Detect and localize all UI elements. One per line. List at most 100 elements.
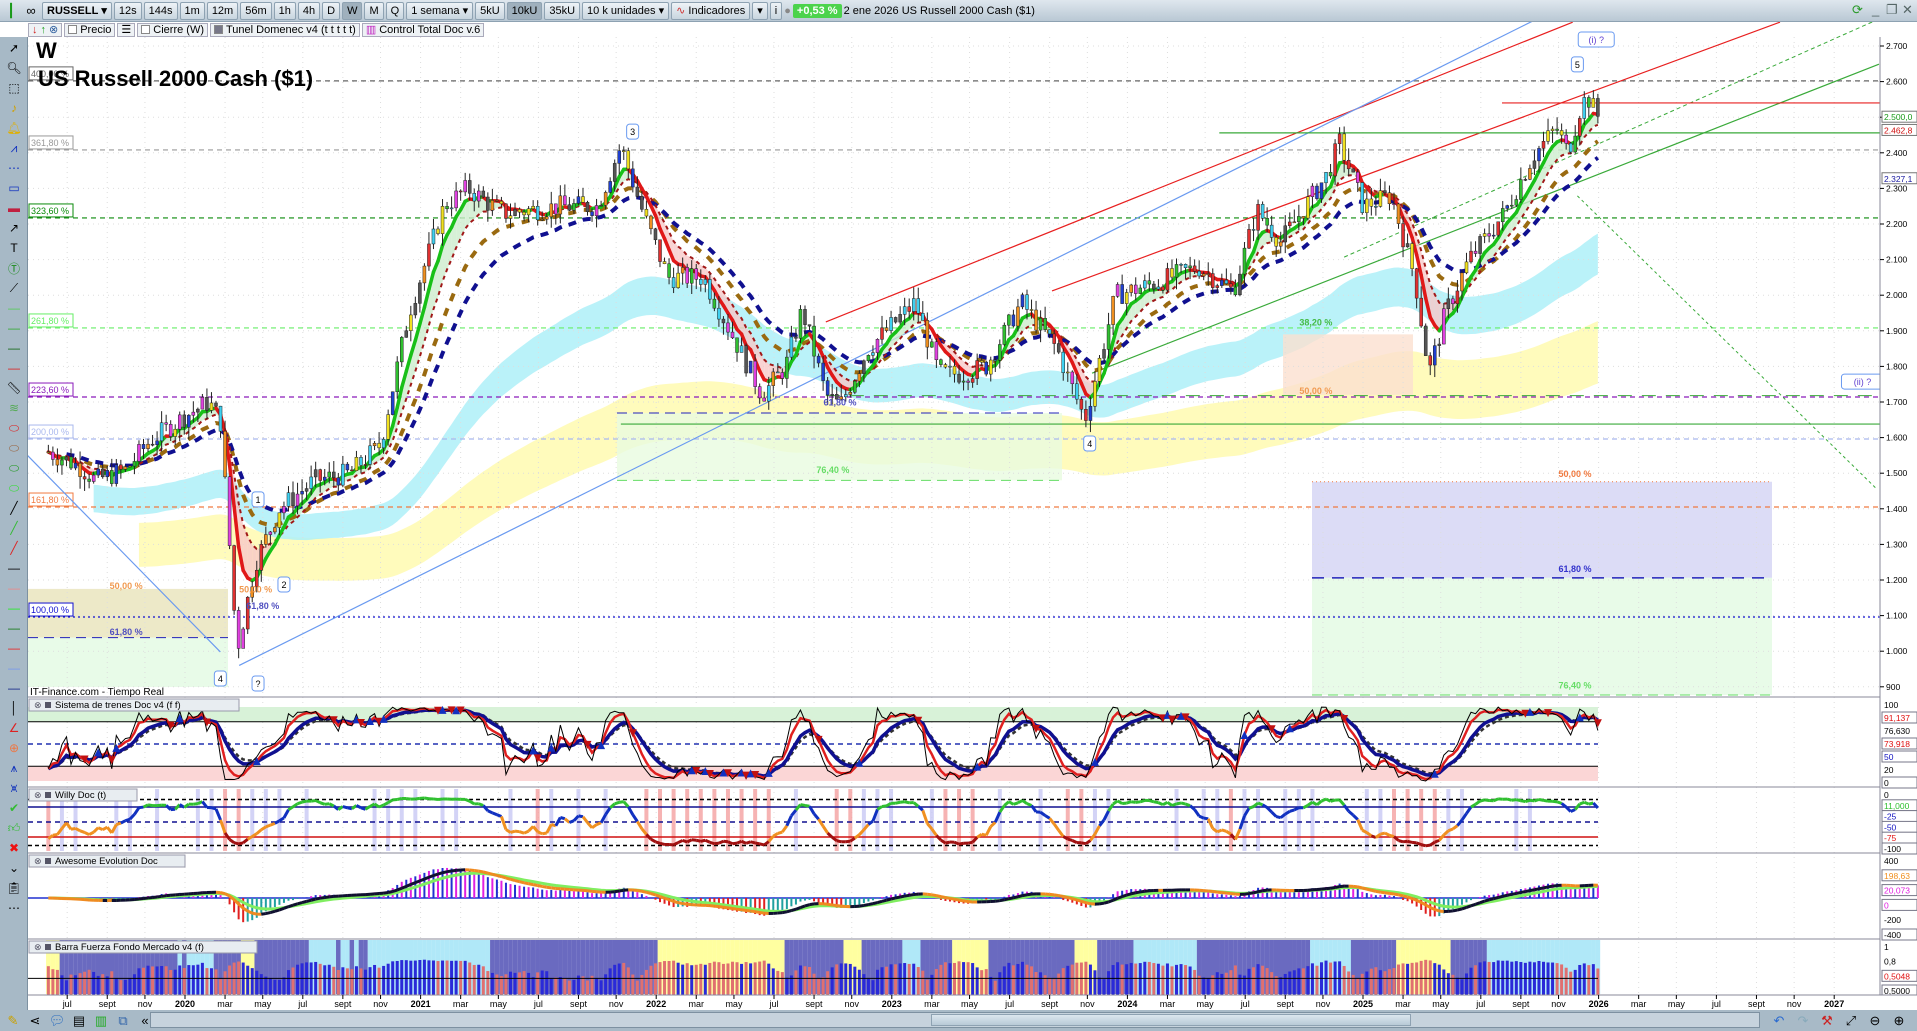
legend-price[interactable]: Precio (64, 22, 116, 37)
check-icon[interactable]: ✔ (3, 799, 25, 817)
zoom-area-icon[interactable]: ⬚ (3, 79, 25, 97)
period-select[interactable]: 1 semana ▾ (406, 1, 474, 20)
ruler-icon[interactable]: 📏︎ (3, 379, 25, 397)
timeframe-M[interactable]: M (364, 1, 384, 20)
hline-red2-icon[interactable]: — (3, 639, 25, 657)
line-green-icon[interactable]: ╱ (3, 519, 25, 537)
ellipse-green-icon[interactable]: ⬭ (3, 459, 25, 477)
callout-icon[interactable]: Ⓣ (3, 259, 25, 277)
alert-edit-icon[interactable]: ♪ (3, 99, 25, 117)
hline-black-icon[interactable]: — (3, 559, 25, 577)
timeframe-W[interactable]: W (342, 1, 363, 20)
compare-icon[interactable]: ▥ (92, 1013, 110, 1029)
line-red-icon[interactable]: ╱ (3, 539, 25, 557)
checkbox[interactable] (68, 25, 78, 34)
timeframe-1m[interactable]: 1m (179, 1, 205, 20)
legend-tunel[interactable]: Tunel Domenec v4 (t t t t t) (210, 22, 360, 37)
panel-header[interactable]: ⊗ Sistema de trenes Doc v4 (f f) (28, 698, 240, 712)
panel-header[interactable]: ⊗ Willy Doc (t) (28, 788, 138, 802)
text-icon[interactable]: T (3, 239, 25, 257)
hline-salmon-icon[interactable]: — (3, 579, 25, 597)
windows-icon[interactable]: ⧉ (114, 1013, 132, 1029)
delete-icon[interactable]: ✖ (3, 839, 25, 857)
ellipse-light-green-icon[interactable]: ⬭ (3, 479, 25, 497)
timeframe-D[interactable]: D (322, 1, 341, 20)
zoom-icon[interactable]: 🔍︎ (3, 59, 25, 77)
unit-35kU[interactable]: 35kU (544, 1, 581, 20)
hline-dark-green-icon[interactable]: — (3, 339, 25, 357)
info-icon[interactable]: i (769, 1, 783, 20)
move-down-icon[interactable]: ↓ (32, 24, 38, 36)
abc-wave-icon[interactable]: ⩙ (3, 779, 25, 797)
hline-navy-icon[interactable]: — (3, 679, 25, 697)
timeframe-4h[interactable]: 4h (297, 1, 321, 20)
angle-icon[interactable]: ∠ (3, 719, 25, 737)
panel-header[interactable]: ⊗ Awesome Evolution Doc (28, 854, 186, 868)
rectangle-icon[interactable]: ▭ (3, 179, 25, 197)
tools-icon[interactable]: ⚒ (1818, 1013, 1836, 1029)
ellipse-red-icon[interactable]: ⬭ (3, 419, 25, 437)
more-icon[interactable]: ⋯ (3, 899, 25, 917)
timeframe-56m[interactable]: 56m (240, 1, 272, 20)
restore-icon[interactable]: ❐ (1886, 2, 1898, 18)
draw-pencil-icon[interactable]: ✎ (4, 1013, 22, 1029)
arrow-icon[interactable]: ↗ (3, 219, 25, 237)
zoom-out-icon[interactable]: ⊖ (1866, 1013, 1884, 1029)
legend-close[interactable]: Cierre (W) (137, 22, 208, 37)
chart-type-icon[interactable]: ┃ (2, 3, 20, 19)
unit-5kU[interactable]: 5kU (475, 1, 505, 20)
close-icon[interactable]: ✕ (1902, 2, 1913, 18)
hline-light-green-icon[interactable]: — (3, 299, 25, 317)
auto-scale-icon[interactable]: ⤢ (1842, 1013, 1860, 1029)
alert-icon[interactable]: 🔔︎ (3, 119, 25, 137)
fib-time-icon[interactable]: ⩘ (3, 139, 25, 157)
hline-lime-icon[interactable]: — (3, 599, 25, 617)
unit-10kU[interactable]: 10kU (506, 1, 543, 20)
share-icon[interactable]: ⋖ (26, 1013, 44, 1029)
undo-icon[interactable]: ↶ (1770, 1013, 1788, 1029)
chart-canvas[interactable]: 400,00 %361,80 %323,60 %261,80 %223,60 %… (0, 0, 1917, 1031)
remove-icon[interactable]: ⊗ (49, 23, 58, 36)
indicators-dropdown[interactable]: ▾ (752, 1, 768, 20)
legend-controls[interactable]: ↓ ↑ ⊗ (28, 22, 63, 37)
ellipse-brown-icon[interactable]: ⬭ (3, 439, 25, 457)
indicators-button[interactable]: ∿ Indicadores (671, 1, 751, 20)
chat-icon[interactable]: 💬︎ (48, 1013, 66, 1029)
timeframe-1h[interactable]: 1h (273, 1, 296, 20)
list-icon[interactable]: ☰ (117, 22, 136, 37)
elliott-wave-icon[interactable]: ⩚ (3, 759, 25, 777)
scrollbar-thumb[interactable] (931, 1014, 1411, 1026)
legend-control-total[interactable]: ▥ Control Total Doc v.6 (361, 22, 485, 37)
timeframe-12s[interactable]: 12s (113, 1, 142, 20)
link-icon[interactable]: ∞ (22, 3, 40, 18)
segment-icon[interactable]: ⟋ (3, 279, 25, 297)
redo-icon[interactable]: ↷ (1794, 1013, 1812, 1029)
collapse-icon[interactable]: ⌄ (3, 859, 25, 877)
hline-green-icon[interactable]: — (3, 319, 25, 337)
fib-level-icon[interactable]: ⋯ (3, 159, 25, 177)
timeframe-144s[interactable]: 144s (143, 1, 178, 20)
timeframe-12m[interactable]: 12m (206, 1, 239, 20)
minimize-icon[interactable]: _ (1872, 2, 1879, 17)
templates-icon[interactable]: 📋︎ (3, 879, 25, 897)
hline-light-blue-icon[interactable]: — (3, 659, 25, 677)
hline-forest-icon[interactable]: — (3, 619, 25, 637)
units-select[interactable]: 10 k unidades ▾ (582, 1, 670, 20)
line-black-icon[interactable]: ╱ (3, 499, 25, 517)
pointer-icon[interactable]: ➚ (3, 39, 25, 57)
channel-icon[interactable]: ≋ (3, 399, 25, 417)
hline-red-icon[interactable]: — (3, 359, 25, 377)
timeframe-Q[interactable]: Q (385, 1, 405, 20)
thumbs-up-icon[interactable]: 👍︎ (3, 819, 25, 837)
circle-icon[interactable]: ⊕ (3, 739, 25, 757)
panel-header[interactable]: ⊗ Barra Fuerza Fondo Mercado v4 (f) (28, 940, 258, 954)
symbol-select[interactable]: RUSSELL ▾ (42, 1, 112, 20)
zoom-in-icon[interactable]: ⊕ (1890, 1013, 1908, 1029)
report-icon[interactable]: ▤ (70, 1013, 88, 1029)
filled-rectangle-icon[interactable]: ▬ (3, 199, 25, 217)
checkbox[interactable] (141, 25, 151, 34)
refresh-icon[interactable]: ⟳ (1852, 2, 1863, 18)
move-up-icon[interactable]: ↑ (41, 24, 47, 36)
horizontal-scrollbar[interactable] (150, 1012, 1760, 1028)
vline-icon[interactable]: │ (3, 699, 25, 717)
